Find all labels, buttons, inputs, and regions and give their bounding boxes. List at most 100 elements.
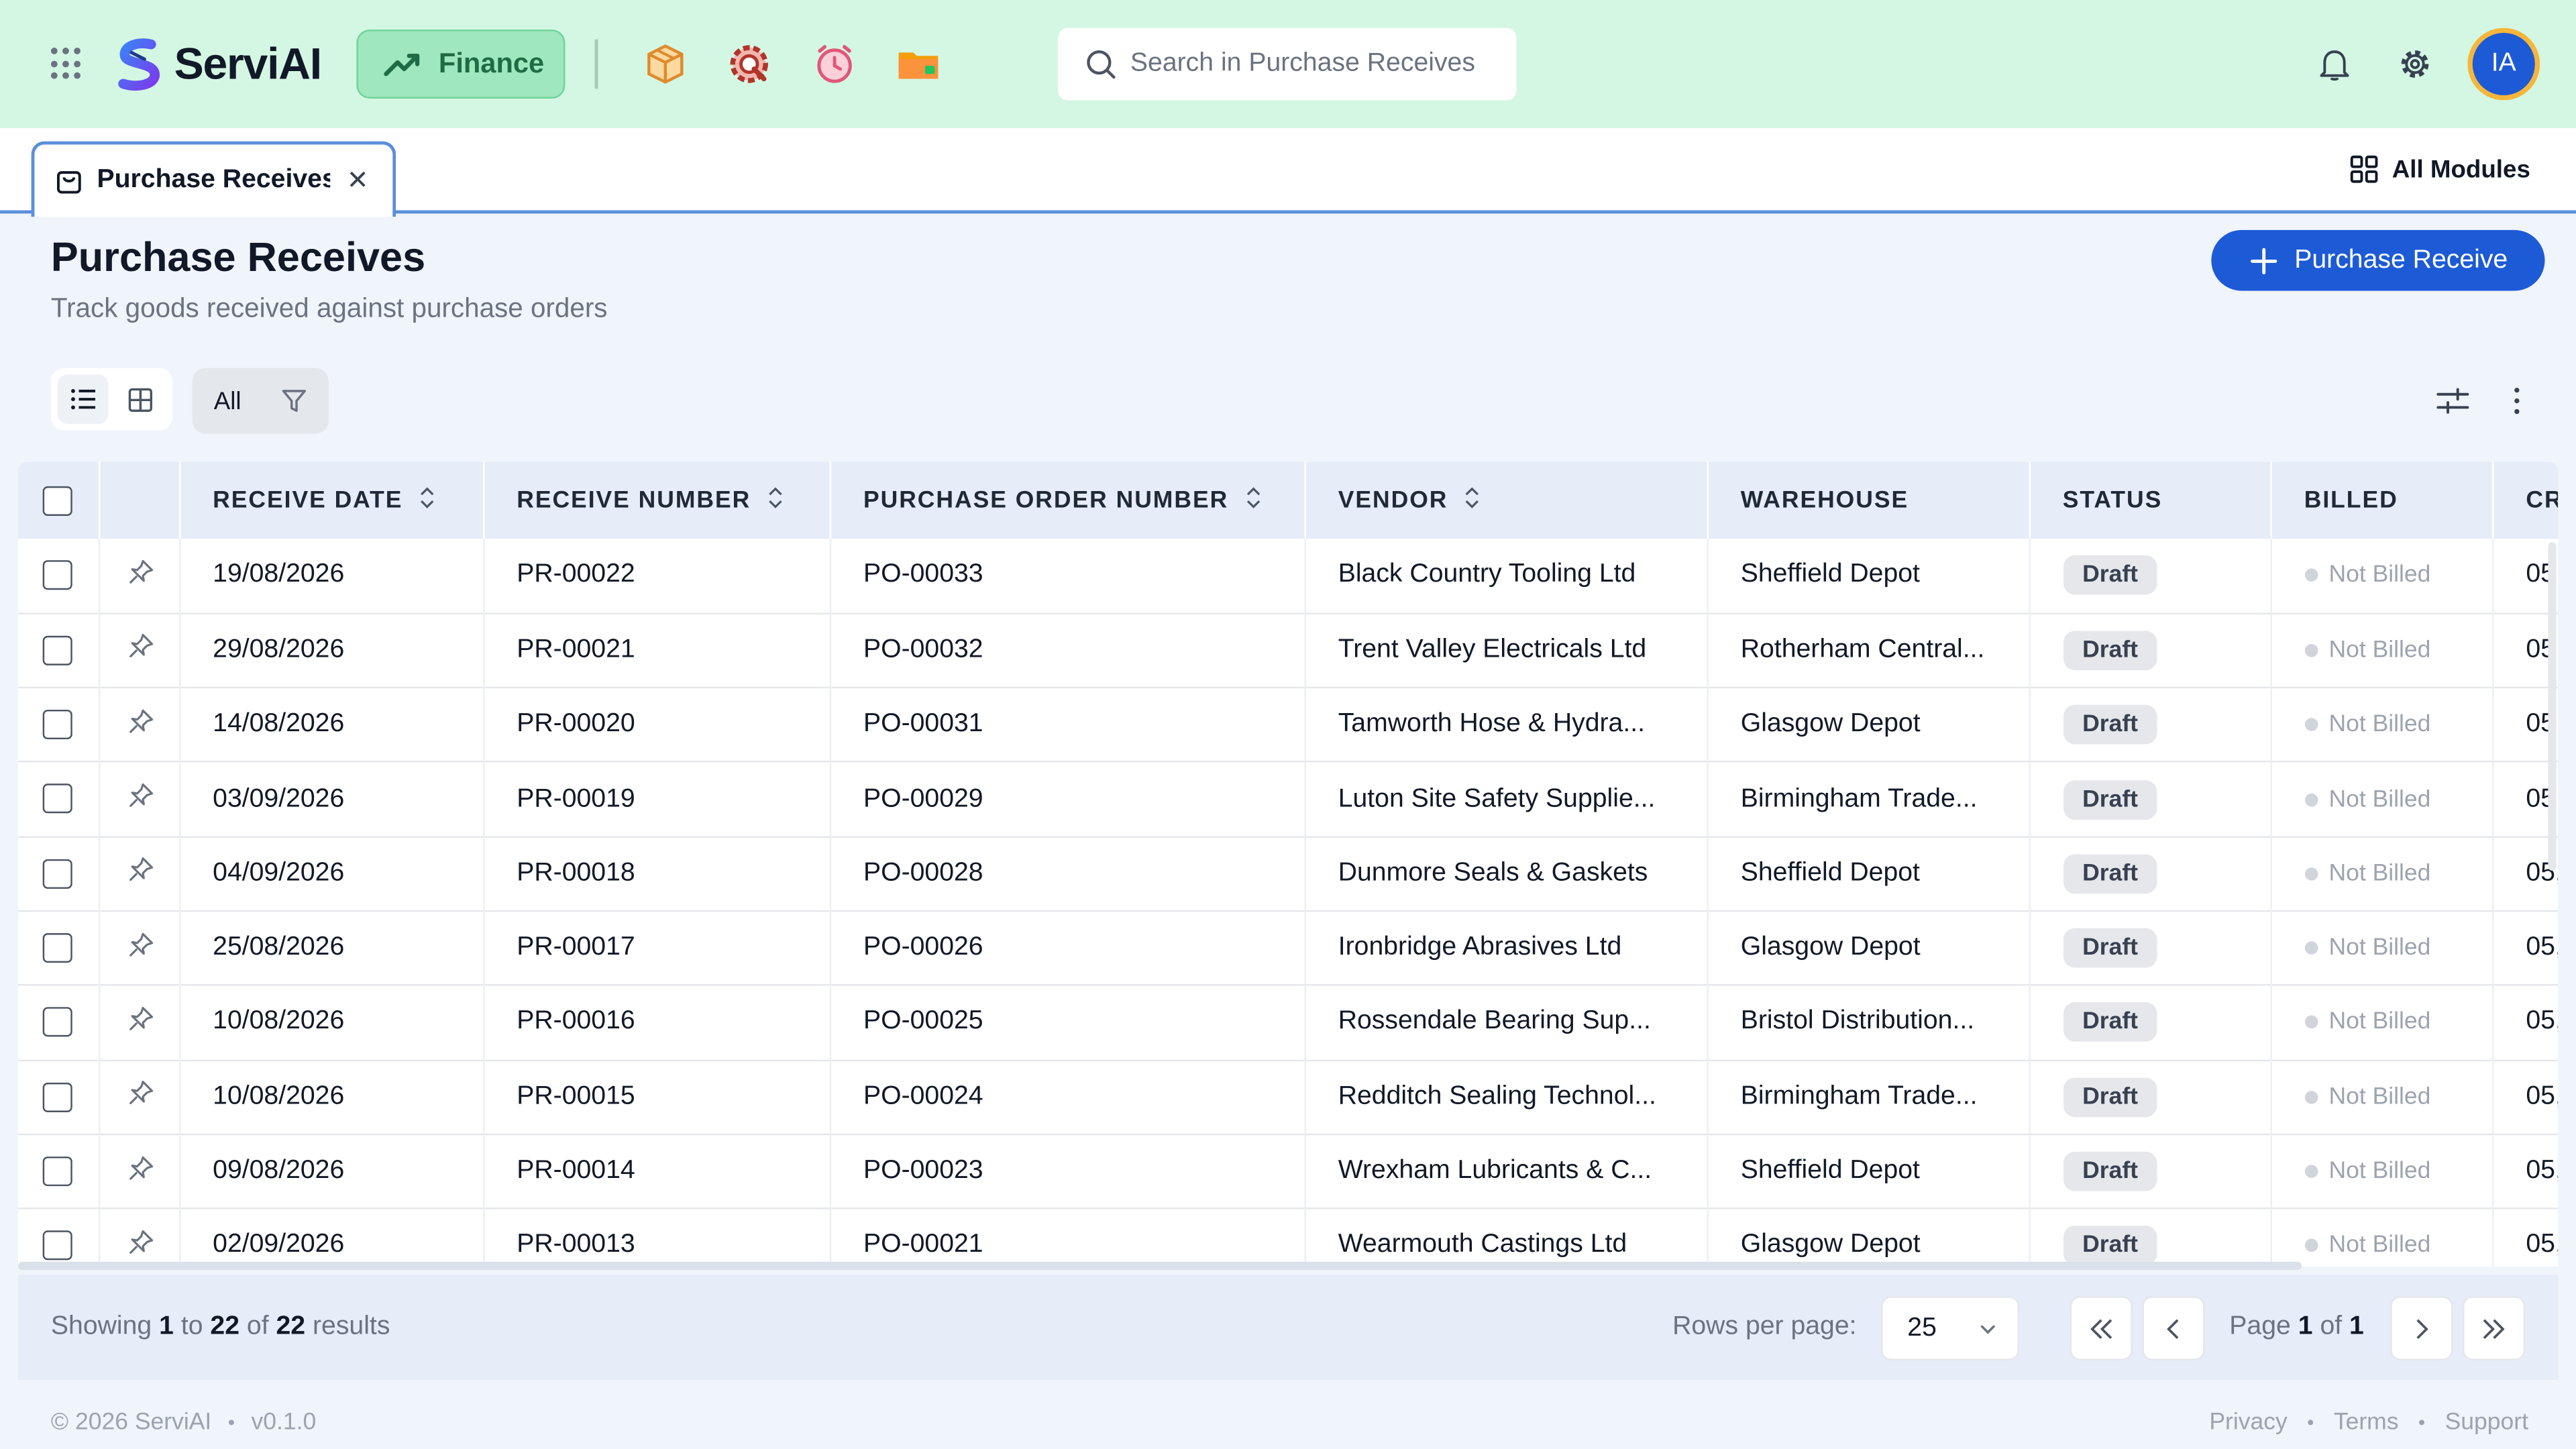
first-page-button[interactable] (2070, 1296, 2133, 1360)
sort-icon[interactable] (767, 484, 784, 517)
filter-button[interactable] (263, 388, 325, 414)
table-row[interactable]: 02/09/2026 PR-00013 PO-00021 Wearmouth Cast… (17, 1208, 2559, 1267)
table-row[interactable]: 03/09/2026 PR-00019 PO-00029 Luton Site Saf… (17, 762, 2559, 837)
user-avatar[interactable]: IA (2467, 28, 2540, 101)
table-row[interactable]: 19/08/2026 PR-00022 PO-00033 Black Country … (17, 539, 2559, 614)
gear-icon[interactable] (2397, 46, 2433, 83)
previous-page-button[interactable] (2142, 1296, 2205, 1360)
row-checkbox[interactable] (42, 784, 72, 814)
billed-indicator: Not Billed (2304, 711, 2431, 739)
chevrons-right-icon (2483, 1318, 2505, 1338)
row-checkbox[interactable] (42, 710, 72, 740)
cell-receive-number[interactable]: PR-00013 (483, 1208, 830, 1267)
alarm-clock-app-icon[interactable] (810, 40, 859, 89)
cell-status: Draft (2029, 1208, 2271, 1267)
support-link[interactable]: Support (2445, 1409, 2528, 1436)
column-warehouse[interactable]: WAREHOUSE (1707, 462, 2030, 539)
row-checkbox[interactable] (42, 1230, 72, 1260)
cell-receive-number[interactable]: PR-00015 (483, 1059, 830, 1134)
add-purchase-receive-button[interactable]: Purchase Receive (2211, 229, 2545, 291)
cell-receive-number[interactable]: PR-00018 (483, 837, 830, 911)
pin-icon[interactable] (125, 635, 155, 668)
table-row[interactable]: 29/08/2026 PR-00021 PO-00032 Trent Valley E… (17, 613, 2559, 688)
cell-receive-number[interactable]: PR-00020 (483, 688, 830, 763)
billed-dot (2304, 1239, 2318, 1252)
cell-billed: Not Billed (2270, 837, 2493, 911)
folder-app-icon[interactable] (894, 40, 943, 89)
cell-receive-number[interactable]: PR-00017 (483, 910, 830, 985)
cell-receive-number[interactable]: PR-00019 (483, 762, 830, 837)
sort-icon[interactable] (419, 484, 435, 517)
table-row[interactable]: 25/08/2026 PR-00017 PO-00026 Ironbridge Abr… (17, 910, 2559, 985)
pin-icon[interactable] (125, 1230, 155, 1263)
table-row[interactable]: 10/08/2026 PR-00015 PO-00024 Redditch Seali… (17, 1059, 2559, 1134)
column-receive-number[interactable]: RECEIVE NUMBER (483, 462, 830, 539)
horizontal-scrollbar[interactable] (17, 1261, 2302, 1271)
row-pin-cell (98, 539, 180, 614)
package-app-icon[interactable] (641, 40, 690, 89)
column-purchase-order-number[interactable]: PURCHASE ORDER NUMBER (829, 462, 1305, 539)
row-checkbox[interactable] (42, 933, 72, 963)
cell-warehouse: Sheffield Depot (1707, 837, 2030, 911)
row-checkbox[interactable] (42, 1156, 72, 1186)
billed-label: Not Billed (2328, 711, 2431, 739)
finance-module-button[interactable]: Finance (356, 30, 566, 99)
apps-grid-icon[interactable] (50, 48, 84, 80)
cell-receive-number[interactable]: PR-00021 (483, 613, 830, 688)
cell-receive-date: 10/08/2026 (178, 985, 484, 1060)
global-search-input[interactable]: Search in Purchase Receives (1058, 28, 1517, 101)
table-row[interactable]: 09/08/2026 PR-00014 PO-00023 Wrexham Lubric… (17, 1134, 2559, 1209)
table-row[interactable]: 10/08/2026 PR-00016 PO-00025 Rossendale Bea… (17, 985, 2559, 1060)
filter-group: All (192, 368, 329, 434)
sort-icon[interactable] (1245, 484, 1261, 517)
row-checkbox[interactable] (42, 635, 72, 665)
row-checkbox[interactable] (42, 560, 72, 590)
pin-icon[interactable] (125, 708, 155, 743)
vertical-scrollbar[interactable] (2548, 542, 2557, 871)
chevron-down-icon (1980, 1324, 1996, 1334)
pin-icon[interactable] (125, 559, 155, 593)
column-status[interactable]: STATUS (2029, 462, 2271, 539)
column-billed[interactable]: BILLED (2270, 462, 2493, 539)
pin-icon[interactable] (125, 783, 155, 817)
cell-receive-number[interactable]: PR-00014 (483, 1134, 830, 1209)
filter-all-button[interactable]: All (193, 387, 263, 415)
adjust-columns-icon[interactable] (2434, 383, 2471, 419)
cell-vendor: Trent Valley Electricals Ltd (1304, 613, 1708, 688)
table-row[interactable]: 14/08/2026 PR-00020 PO-00031 Tamworth Hose … (17, 688, 2559, 763)
app-logo[interactable]: ServiAI (112, 34, 322, 93)
pin-icon[interactable] (125, 857, 155, 892)
privacy-link[interactable]: Privacy (2209, 1409, 2287, 1436)
separator-dot: • (2307, 1411, 2314, 1434)
all-modules-button[interactable]: All Modules (2349, 154, 2530, 184)
cell-receive-number[interactable]: PR-00016 (483, 985, 830, 1060)
row-checkbox[interactable] (42, 1081, 72, 1112)
next-page-button[interactable] (2390, 1296, 2453, 1360)
last-page-button[interactable] (2463, 1296, 2526, 1360)
table-row[interactable]: 04/09/2026 PR-00018 PO-00028 Dunmore Seals … (17, 837, 2559, 911)
row-checkbox[interactable] (42, 1008, 72, 1038)
terms-link[interactable]: Terms (2334, 1409, 2399, 1436)
sort-icon[interactable] (1464, 484, 1481, 517)
tab-purchase-receives[interactable]: Purchase Receives ✕ (31, 141, 396, 217)
service-gear-app-icon[interactable] (724, 40, 773, 89)
column-receive-date[interactable]: RECEIVE DATE (178, 462, 484, 539)
cell-receive-number[interactable]: PR-00022 (483, 539, 830, 614)
row-checkbox[interactable] (42, 859, 72, 889)
rows-per-page-select[interactable]: 25 (1881, 1296, 2019, 1360)
pin-icon[interactable] (125, 1155, 155, 1189)
billed-indicator: Not Billed (2304, 1159, 2430, 1185)
list-view-button[interactable] (57, 374, 109, 424)
billed-label: Not Billed (2328, 1009, 2431, 1036)
more-options-icon[interactable] (2499, 383, 2535, 419)
column-cr[interactable]: CR (2492, 462, 2559, 539)
pin-icon[interactable] (125, 1081, 155, 1114)
pin-icon[interactable] (125, 1006, 155, 1040)
close-icon[interactable]: ✕ (347, 164, 369, 197)
bell-icon[interactable] (2316, 46, 2353, 83)
grid-view-button[interactable] (115, 374, 166, 423)
modules-grid-icon (2350, 155, 2378, 183)
pin-icon[interactable] (125, 932, 155, 965)
column-vendor[interactable]: VENDOR (1304, 462, 1708, 539)
select-all-checkbox[interactable] (42, 485, 72, 515)
